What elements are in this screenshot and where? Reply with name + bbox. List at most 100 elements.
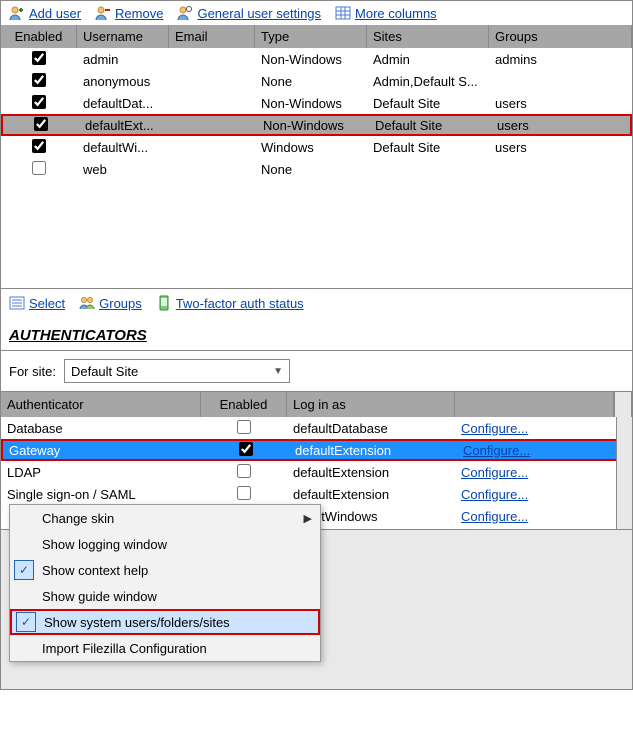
scrollbar[interactable]: [616, 417, 632, 529]
check-icon: [14, 534, 34, 554]
menu-item[interactable]: Import Filezilla Configuration: [10, 635, 320, 661]
scroll-stub-head: [614, 392, 632, 417]
configure-link[interactable]: Configure...: [461, 421, 528, 436]
check-icon: ✓: [14, 560, 34, 580]
auth-enabled-checkbox[interactable]: [237, 486, 251, 500]
select-button[interactable]: Select: [9, 295, 65, 311]
user-gear-icon: [177, 5, 193, 21]
context-menu: Change skin▶Show logging window ✓ Show con…: [9, 504, 321, 662]
cell-email: [169, 57, 255, 61]
cell-groups: admins: [489, 50, 632, 69]
col-sites[interactable]: Sites: [367, 25, 489, 48]
configure-link[interactable]: Configure...: [461, 487, 528, 502]
chevron-down-icon: ▼: [273, 366, 283, 377]
cell-sites: Admin: [367, 50, 489, 69]
table-row[interactable]: defaultExt...Non-WindowsDefault Siteuser…: [1, 114, 632, 136]
cell-auth-name: Single sign-on / SAML: [1, 485, 201, 504]
user-minus-icon: [95, 5, 111, 21]
table-row[interactable]: defaultDat...Non-WindowsDefault Siteuser…: [1, 92, 632, 114]
check-icon: [14, 638, 34, 658]
for-site-select[interactable]: Default Site ▼: [64, 359, 290, 383]
authenticators-heading: AUTHENTICATORS: [1, 317, 632, 351]
enabled-checkbox[interactable]: [34, 117, 48, 131]
secondary-toolbar: Select Groups Two-factor auth status: [1, 288, 632, 317]
menu-item-label: Show guide window: [42, 589, 157, 604]
menu-item[interactable]: Show guide window: [10, 583, 320, 609]
check-icon: ✓: [16, 612, 36, 632]
table-row[interactable]: web None: [1, 158, 632, 180]
configure-link[interactable]: Configure...: [461, 465, 528, 480]
menu-item-label: Change skin: [42, 511, 114, 526]
cell-login-as: defaultExtension: [287, 463, 455, 482]
cell-login-as: defaultExtension: [287, 485, 455, 504]
enabled-checkbox[interactable]: [32, 51, 46, 65]
menu-item-label: Show context help: [42, 563, 148, 578]
for-site-label: For site:: [9, 364, 56, 379]
cell-email: [171, 123, 257, 127]
auth-enabled-checkbox[interactable]: [237, 420, 251, 434]
general-settings-button[interactable]: General user settings: [177, 5, 321, 21]
more-columns-button[interactable]: More columns: [335, 5, 437, 21]
table-row[interactable]: adminNon-WindowsAdminadmins: [1, 48, 632, 70]
configure-link[interactable]: Configure...: [461, 509, 528, 524]
user-plus-icon: [9, 5, 25, 21]
add-user-button[interactable]: Add user: [9, 5, 81, 21]
menu-item-label: Show system users/folders/sites: [44, 615, 230, 630]
twofa-button[interactable]: Two-factor auth status: [156, 295, 304, 311]
cell-sites: Default Site: [367, 94, 489, 113]
cell-email: [169, 145, 255, 149]
cell-username: defaultDat...: [77, 94, 169, 113]
table-row[interactable]: LDAPdefaultExtensionConfigure...: [1, 461, 632, 483]
enabled-checkbox[interactable]: [32, 161, 46, 175]
enabled-checkbox[interactable]: [32, 139, 46, 153]
enabled-checkbox[interactable]: [32, 73, 46, 87]
menu-item[interactable]: ✓ Show context help: [10, 557, 320, 583]
more-columns-label: More columns: [355, 6, 437, 21]
add-user-label: Add user: [29, 6, 81, 21]
cell-username: web: [77, 160, 169, 179]
check-icon: [14, 508, 34, 528]
cell-type: None: [255, 160, 367, 179]
acol-enabled[interactable]: Enabled: [201, 392, 287, 417]
for-site-value: Default Site: [71, 364, 138, 379]
acol-login-as[interactable]: Log in as: [287, 392, 455, 417]
select-label: Select: [29, 296, 65, 311]
auth-enabled-checkbox[interactable]: [239, 442, 253, 456]
enabled-checkbox[interactable]: [32, 95, 46, 109]
menu-item[interactable]: ✓ Show system users/folders/sites: [10, 609, 320, 635]
twofa-label: Two-factor auth status: [176, 296, 304, 311]
general-settings-label: General user settings: [197, 6, 321, 21]
menu-item[interactable]: Change skin▶: [10, 505, 320, 531]
acol-configure: [455, 392, 614, 417]
groups-button[interactable]: Groups: [79, 295, 142, 311]
col-type[interactable]: Type: [255, 25, 367, 48]
table-row[interactable]: Gateway defaultExtension Configure...: [1, 439, 632, 461]
phone-icon: [156, 295, 172, 311]
acol-authenticator[interactable]: Authenticator: [1, 392, 201, 417]
cell-type: Windows: [255, 138, 367, 157]
remove-button[interactable]: Remove: [95, 5, 163, 21]
cell-auth-name: Database: [1, 419, 201, 438]
col-enabled[interactable]: Enabled: [1, 25, 77, 48]
cell-username: defaultExt...: [79, 116, 171, 135]
col-groups[interactable]: Groups: [489, 25, 632, 48]
auth-enabled-checkbox[interactable]: [237, 464, 251, 478]
auth-grid-header: Authenticator Enabled Log in as: [1, 392, 632, 417]
col-username[interactable]: Username: [77, 25, 169, 48]
cell-username: defaultWi...: [77, 138, 169, 157]
cell-auth-name: Gateway: [3, 441, 203, 460]
cell-login-as: defaultExtension: [289, 441, 457, 460]
cell-groups: [489, 167, 632, 171]
configure-link[interactable]: Configure...: [463, 443, 530, 458]
table-row[interactable]: anonymousNoneAdmin,Default S...: [1, 70, 632, 92]
table-row[interactable]: Single sign-on / SAML defaultExtension Con…: [1, 483, 632, 505]
col-email[interactable]: Email: [169, 25, 255, 48]
select-list-icon: [9, 295, 25, 311]
users-group-icon: [79, 295, 95, 311]
table-row[interactable]: DatabasedefaultDatabaseConfigure...: [1, 417, 632, 439]
for-site-row: For site: Default Site ▼: [1, 351, 632, 391]
top-toolbar: Add user Remove General user settings Mo…: [1, 1, 632, 25]
menu-item[interactable]: Show logging window: [10, 531, 320, 557]
user-grid-header: Enabled Username Email Type Sites Groups: [1, 25, 632, 48]
table-row[interactable]: defaultWi...WindowsDefault Siteusers: [1, 136, 632, 158]
